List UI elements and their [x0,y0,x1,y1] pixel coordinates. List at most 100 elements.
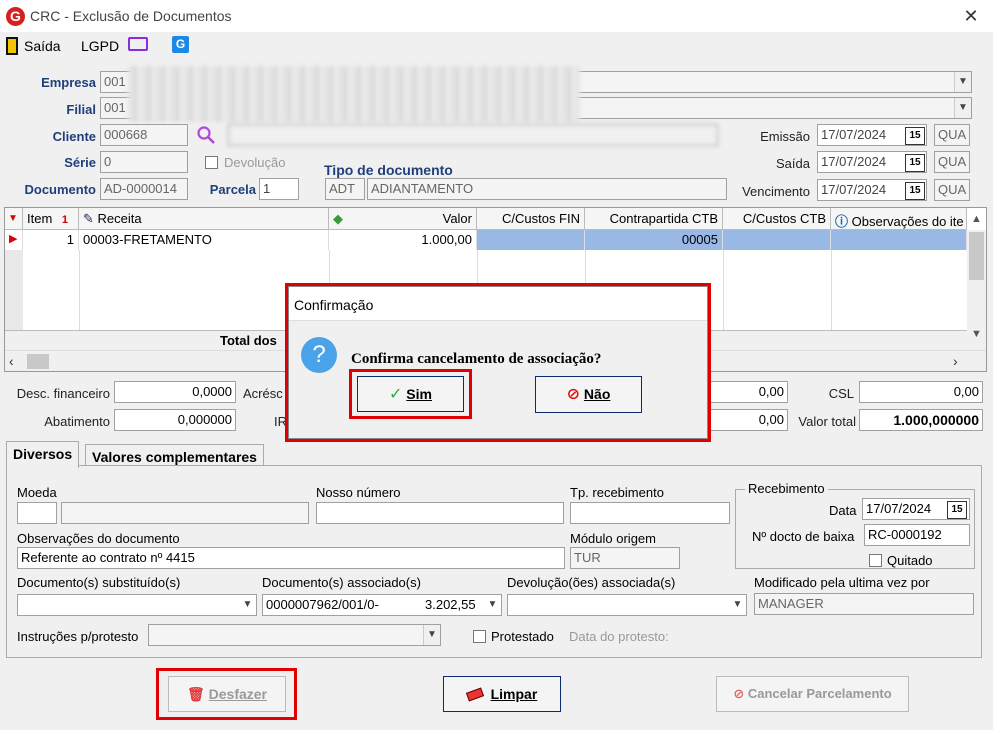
abatimento-label: Abatimento [44,414,110,429]
chevron-down-icon[interactable]: ▼ [239,595,256,615]
calendar-icon[interactable]: 15 [905,182,925,200]
title-bar: G CRC - Exclusão de Documentos ✕ [0,0,993,32]
protestado-checkbox[interactable] [473,630,486,643]
vertical-scrollbar[interactable]: ▼ [967,230,986,350]
quitado-checkbox[interactable] [869,554,882,567]
empresa-label: Empresa [41,75,96,90]
instrucoes-combo[interactable]: ▼ [148,624,441,646]
g-app-icon[interactable]: G [172,36,189,53]
cell-receita[interactable]: 00003-FRETAMENTO [79,230,329,250]
cliente-name-field [228,124,718,146]
app-logo-icon: G [6,7,25,26]
devolucao-label: Devolução [224,155,286,170]
ndocto-label: Nº docto de baixa [752,529,855,544]
cliente-input[interactable]: 000668 [100,124,188,146]
chevron-down-icon[interactable]: ▼ [729,595,746,615]
chevron-down-icon[interactable]: ▼ [954,98,971,118]
serie-input[interactable]: 0 [100,151,188,173]
tipo-doc-code[interactable]: ADT [325,178,365,200]
col-header-receita[interactable]: ✎ Receita [79,208,329,230]
desc-fin-input[interactable]: 0,0000 [114,381,236,403]
vencimento-label: Vencimento [742,184,810,199]
doc-assoc-label: Documento(s) associado(s) [262,575,421,590]
tipo-doc-desc: ADIANTAMENTO [367,178,727,200]
instrucoes-label: Instruções p/protesto [17,629,139,644]
row-pointer-icon: ▶ [5,230,23,250]
col-header-valor[interactable]: ◆ Valor [329,208,477,230]
tab-valores-complementares[interactable]: Valores complementares [85,444,264,467]
cell-custos-ctb[interactable] [723,230,831,250]
col-header-item[interactable]: Item 1 [23,208,79,230]
cell-contrapartida[interactable]: 00005 [585,230,723,250]
empresa-code: 001 [104,74,126,89]
scroll-down-icon[interactable]: ▼ [967,328,986,340]
total-field-a[interactable]: 0,00 [710,381,788,403]
scroll-up-icon[interactable]: ▲ [967,208,986,230]
valor-total-input[interactable]: 1.000,000000 [859,409,983,431]
monitor-icon[interactable] [128,37,148,51]
cell-obs[interactable] [831,230,967,250]
col-header-custos-fin[interactable]: C/Custos FIN [477,208,585,230]
nosso-numero-label: Nosso número [316,485,401,500]
limpar-button[interactable]: Limpar [443,676,561,712]
moeda-code-input[interactable] [17,502,57,524]
obs-doc-input[interactable]: Referente ao contrato nº 4415 [17,547,565,569]
check-icon: ✓ [389,386,403,403]
chevron-down-icon[interactable]: ▼ [423,625,440,645]
devol-assoc-combo[interactable]: ▼ [507,594,747,616]
calendar-icon[interactable]: 15 [947,501,967,519]
scrollbar-thumb[interactable] [969,232,984,280]
cell-item[interactable]: 1 [23,230,79,250]
doc-assoc-value: 0000007962/001/0- [266,597,379,612]
calendar-icon[interactable]: 15 [905,154,925,172]
doc-assoc-combo[interactable]: 0000007962/001/0- 3.202,55 ▼ [262,594,502,616]
serie-label: Série [64,155,96,170]
close-icon[interactable]: ✕ [960,4,982,28]
csl-input[interactable]: 0,00 [859,381,983,403]
moeda-label: Moeda [17,485,57,500]
col-header-contrapartida[interactable]: Contrapartida CTB [585,208,723,230]
redacted-area [128,66,580,122]
table-row[interactable]: ▶ 1 00003-FRETAMENTO 1.000,00 00005 [5,230,967,250]
col-header-custos-ctb[interactable]: C/Custos CTB [723,208,831,230]
vencimento-weekday: QUA [934,179,970,201]
nosso-numero-input[interactable] [316,502,564,524]
tp-receb-input[interactable] [570,502,730,524]
col-header-obs[interactable]: ⓘ Observações do ite [831,208,967,230]
tab-diversos[interactable]: Diversos [6,441,80,468]
calendar-icon[interactable]: 15 [905,127,925,145]
scroll-right-icon[interactable]: › [953,353,958,369]
desfazer-button[interactable]: 🗑 Desfazer [168,676,286,712]
cancelar-parcelamento-button[interactable]: ⊘ Cancelar Parcelamento [716,676,909,712]
filial-code: 001 [104,100,126,115]
scrollbar-thumb[interactable] [27,354,49,369]
total-field-b[interactable]: 0,00 [710,409,788,431]
scroll-left-icon[interactable]: ‹ [9,353,14,369]
eraser-icon [465,687,484,702]
lgpd-button[interactable]: LGPD [81,38,119,54]
cell-valor[interactable]: 1.000,00 [329,230,477,250]
chevron-down-icon[interactable]: ▼ [484,595,501,615]
sim-button[interactable]: ✓ Sim [357,376,464,412]
cell-custos-fin[interactable] [477,230,585,250]
emissao-label: Emissão [760,129,810,144]
tp-receb-label: Tp. recebimento [570,485,664,500]
dialog-title-bar: Confirmação [289,287,707,321]
data-protesto-label: Data do protesto: [569,629,669,644]
search-icon[interactable] [196,125,216,145]
abatimento-input[interactable]: 0,000000 [114,409,236,431]
nao-button[interactable]: ⊘ Não [535,376,642,413]
documento-label: Documento [24,182,97,197]
desc-fin-label: Desc. financeiro [16,386,110,401]
doc-subst-combo[interactable]: ▼ [17,594,257,616]
saida-label: Saída [776,156,810,171]
devolucao-checkbox[interactable] [205,156,218,169]
saida-button[interactable]: Saída [24,38,61,54]
tipo-doc-label: Tipo de documento [324,162,453,178]
documento-input[interactable]: AD-0000014 [100,178,188,200]
parcela-input[interactable]: 1 [259,178,299,200]
total-label: Total dos [220,333,277,348]
chevron-down-icon[interactable]: ▼ [954,72,971,92]
sort-indicator-icon[interactable]: ▼ [5,208,23,230]
ndocto-input[interactable]: RC-0000192 [864,524,970,546]
